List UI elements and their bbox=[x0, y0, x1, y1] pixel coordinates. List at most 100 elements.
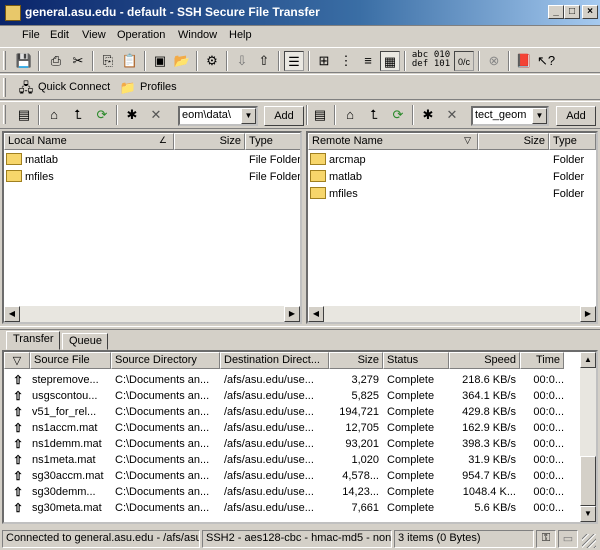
paste-icon[interactable]: 📋 bbox=[120, 51, 140, 71]
scroll-up-icon[interactable]: ▲ bbox=[580, 352, 596, 368]
remote-size-header[interactable]: Size bbox=[478, 133, 549, 150]
list-view-icon[interactable]: ☰ bbox=[284, 51, 304, 71]
scroll-down-icon[interactable]: ▼ bbox=[580, 506, 596, 522]
local-new-folder-icon[interactable]: ✱ bbox=[122, 105, 142, 125]
table-row[interactable]: ⇧ sg30demm... C:\Documents an... /afs/asu.e… bbox=[4, 484, 578, 500]
list-item[interactable]: mfiles File Folder bbox=[6, 169, 300, 186]
size-header[interactable]: Size bbox=[329, 352, 383, 369]
save-icon[interactable]: 💾 bbox=[14, 51, 34, 71]
minimize-button[interactable]: _ bbox=[548, 5, 564, 19]
help-book-icon[interactable]: 📕 bbox=[514, 51, 534, 71]
quick-connect-button[interactable]: Quick Connect bbox=[38, 81, 110, 93]
local-add-button[interactable]: Add bbox=[264, 106, 304, 126]
profiles-folder-icon[interactable]: 📁 bbox=[118, 78, 138, 98]
local-refresh-icon[interactable]: ⟳ bbox=[92, 105, 112, 125]
tab-transfer[interactable]: Transfer bbox=[6, 331, 60, 350]
menu-window[interactable]: Window bbox=[178, 29, 217, 41]
table-row[interactable]: ⇧ sg30meta.mat C:\Documents an... /afs/asu.… bbox=[4, 500, 578, 516]
remote-horizontal-scrollbar[interactable]: ◀ ▶ bbox=[308, 306, 596, 322]
list-item[interactable]: mfiles Folder bbox=[310, 186, 596, 203]
scroll-left-icon[interactable]: ◀ bbox=[308, 306, 324, 322]
source-directory-header[interactable]: Source Directory bbox=[111, 352, 220, 369]
menu-help[interactable]: Help bbox=[229, 29, 252, 41]
toolbar-grip[interactable] bbox=[3, 51, 6, 70]
toolbar-grip[interactable] bbox=[3, 105, 6, 124]
transfer-vertical-scrollbar[interactable]: ▲ ▼ bbox=[580, 352, 596, 522]
scroll-right-icon[interactable]: ▶ bbox=[580, 306, 596, 322]
scroll-thumb[interactable] bbox=[580, 456, 596, 506]
remote-path-combo[interactable]: tect_geom ▼ bbox=[471, 106, 549, 126]
pane-splitter[interactable] bbox=[0, 326, 600, 330]
maximize-button[interactable]: □ bbox=[564, 5, 580, 19]
local-view-icon[interactable]: ▤ bbox=[14, 105, 34, 125]
quick-connect-icon[interactable]: 🖧 bbox=[16, 78, 36, 98]
list-icon[interactable]: ≡ bbox=[358, 51, 378, 71]
local-size-header[interactable]: Size bbox=[174, 133, 245, 150]
table-row[interactable]: ⇧ ns1demm.mat C:\Documents an... /afs/asu.e… bbox=[4, 436, 578, 452]
scroll-right-icon[interactable]: ▶ bbox=[284, 306, 300, 322]
local-path-combo[interactable]: eom\data\ ▼ bbox=[178, 106, 258, 126]
remote-add-button[interactable]: Add bbox=[556, 106, 596, 126]
speed-header[interactable]: Speed bbox=[449, 352, 520, 369]
menu-edit[interactable]: Edit bbox=[50, 29, 69, 41]
binary-mode-icon[interactable]: 010 101 bbox=[432, 51, 452, 71]
menu-view[interactable]: View bbox=[82, 29, 106, 41]
terminal-icon[interactable]: ▣ bbox=[150, 51, 170, 71]
source-file-header[interactable]: Source File bbox=[30, 352, 111, 369]
dropdown-arrow-icon[interactable]: ▼ bbox=[532, 108, 547, 124]
resize-grip-icon[interactable] bbox=[582, 534, 596, 548]
table-row[interactable]: ⇧ usgscontou... C:\Documents an... /afs/asu… bbox=[4, 388, 578, 404]
details-icon[interactable]: ▦ bbox=[380, 51, 400, 71]
stop-icon[interactable]: ⊗ bbox=[484, 51, 504, 71]
download-arrow-icon[interactable]: ⇩ bbox=[232, 51, 252, 71]
auto-mode-icon[interactable]: 0/c bbox=[454, 51, 474, 71]
list-item[interactable]: matlab Folder bbox=[310, 169, 596, 186]
table-row[interactable]: ⇧ ns1accm.mat C:\Documents an... /afs/asu.e… bbox=[4, 420, 578, 436]
menu-operation[interactable]: Operation bbox=[117, 29, 165, 41]
table-row[interactable]: ⇧ v51_for_rel... C:\Documents an... /afs/as… bbox=[4, 404, 578, 420]
local-horizontal-scrollbar[interactable]: ◀ ▶ bbox=[4, 306, 300, 322]
toolbar-grip[interactable] bbox=[3, 78, 6, 97]
local-up-folder-icon[interactable]: ⮤ bbox=[68, 105, 88, 125]
copy-icon[interactable]: ⎘ bbox=[98, 51, 118, 71]
table-row[interactable]: ⇧ ns1meta.mat C:\Documents an... /afs/asu.e… bbox=[4, 452, 578, 468]
local-file-pane[interactable]: Local Name ∠ Size Type matlab File Folde… bbox=[2, 131, 302, 324]
table-row[interactable]: ⇧ stepremove... C:\Documents an... /afs/asu… bbox=[4, 372, 578, 388]
profiles-button[interactable]: Profiles bbox=[140, 81, 177, 93]
large-icons-icon[interactable]: ⊞ bbox=[314, 51, 334, 71]
remote-name-header[interactable]: Remote Name ▽ bbox=[308, 133, 478, 150]
scroll-left-icon[interactable]: ◀ bbox=[4, 306, 20, 322]
context-help-icon[interactable]: ↖? bbox=[536, 51, 556, 71]
remote-type-header[interactable]: Type bbox=[549, 133, 596, 150]
list-item[interactable]: matlab File Folder bbox=[6, 152, 300, 169]
transfer-list[interactable]: ▽ Source File Source Directory Destinati… bbox=[2, 350, 598, 524]
status-header[interactable]: Status bbox=[383, 352, 449, 369]
menu-file[interactable]: File bbox=[22, 29, 40, 41]
local-home-icon[interactable]: ⌂ bbox=[44, 105, 64, 125]
folder-open-icon[interactable]: 📂 bbox=[172, 51, 192, 71]
remote-delete-icon[interactable]: ✕ bbox=[442, 105, 462, 125]
remote-view-icon[interactable]: ▤ bbox=[310, 105, 330, 125]
list-item[interactable]: arcmap Folder bbox=[310, 152, 596, 169]
local-name-header[interactable]: Local Name ∠ bbox=[4, 133, 174, 150]
remote-up-folder-icon[interactable]: ⮤ bbox=[364, 105, 384, 125]
remote-refresh-icon[interactable]: ⟳ bbox=[388, 105, 408, 125]
time-header[interactable]: Time bbox=[520, 352, 564, 369]
destination-directory-header[interactable]: Destination Direct... bbox=[220, 352, 329, 369]
remote-file-pane[interactable]: Remote Name ▽ Size Type arcmap Folder ma… bbox=[306, 131, 598, 324]
remote-home-icon[interactable]: ⌂ bbox=[340, 105, 360, 125]
local-type-header[interactable]: Type bbox=[245, 133, 300, 150]
dropdown-arrow-icon[interactable]: ▼ bbox=[241, 108, 256, 124]
ascii-mode-icon[interactable]: abc def bbox=[410, 51, 430, 71]
close-button[interactable]: × bbox=[582, 5, 598, 19]
print-icon[interactable]: ⎙ bbox=[46, 51, 66, 71]
settings-icon[interactable]: ⚙ bbox=[202, 51, 222, 71]
upload-arrow-icon[interactable]: ⇧ bbox=[254, 51, 274, 71]
table-row[interactable]: ⇧ sg30accm.mat C:\Documents an... /afs/asu.… bbox=[4, 468, 578, 484]
tab-queue[interactable]: Queue bbox=[62, 333, 108, 350]
local-delete-icon[interactable]: ✕ bbox=[146, 105, 166, 125]
filter-header[interactable]: ▽ bbox=[4, 352, 30, 369]
remote-new-folder-icon[interactable]: ✱ bbox=[418, 105, 438, 125]
small-icons-icon[interactable]: ⋮ bbox=[336, 51, 356, 71]
disconnect-icon[interactable]: ✂ bbox=[68, 51, 88, 71]
